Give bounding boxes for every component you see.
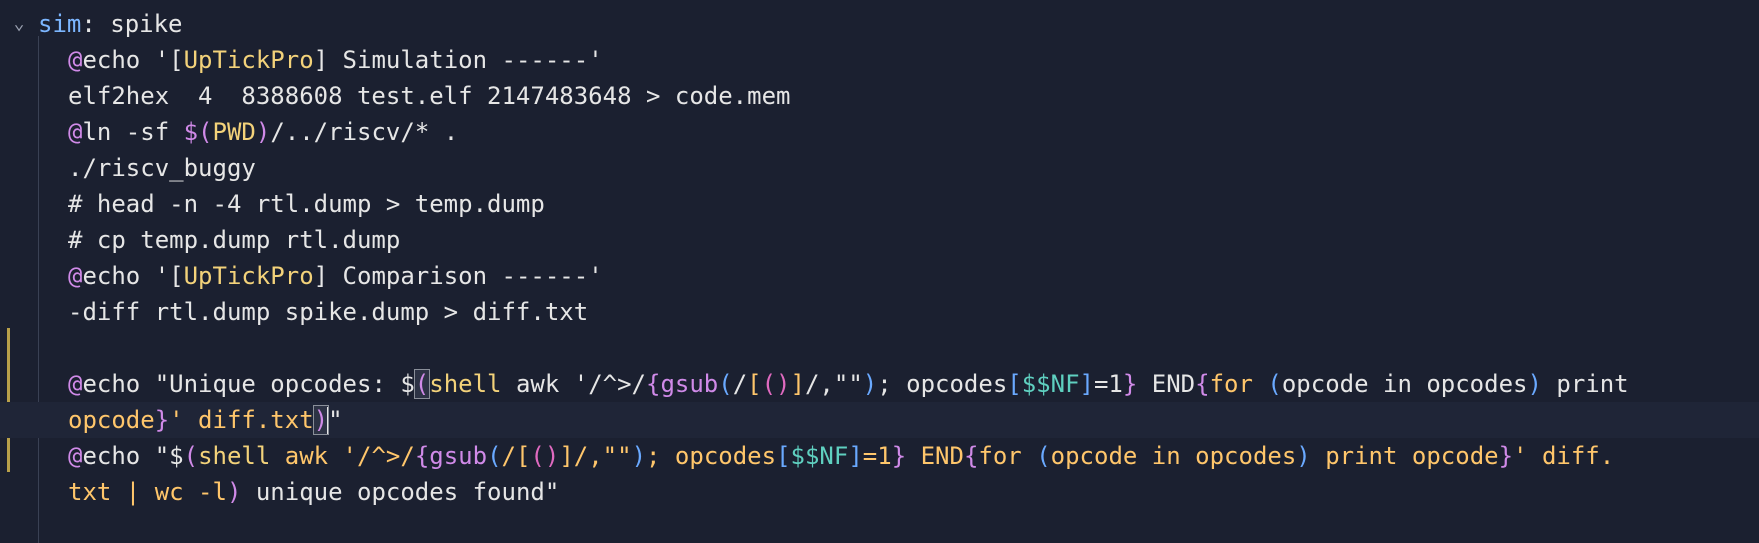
matched-bracket: ( xyxy=(413,369,431,399)
chevron-down-icon[interactable]: ⌄ xyxy=(8,6,30,42)
make-target: sim xyxy=(38,10,82,38)
code-line[interactable]: ⌄ sim: spike xyxy=(0,6,1759,42)
code-line[interactable]: @echo "Unique opcodes: $(shell awk '/^>/… xyxy=(0,366,1759,402)
code-line-current[interactable]: opcode}' diff.txt)" xyxy=(0,402,1759,438)
code-line[interactable]: # cp temp.dump rtl.dump xyxy=(0,222,1759,258)
code-line[interactable]: elf2hex 4 8388608 test.elf 2147483648 > … xyxy=(0,78,1759,114)
code-line[interactable]: # head -n -4 rtl.dump > temp.dump xyxy=(0,186,1759,222)
code-line[interactable]: txt | wc -l) unique opcodes found" xyxy=(0,474,1759,510)
matched-bracket: ) xyxy=(312,405,330,435)
code-line[interactable]: ./riscv_buggy xyxy=(0,150,1759,186)
code-line[interactable] xyxy=(0,330,1759,366)
code-line[interactable]: @echo '[UpTickPro] Comparison ------' xyxy=(0,258,1759,294)
code-line[interactable]: @echo "$(shell awk '/^>/{gsub(/[()]/,"")… xyxy=(0,438,1759,474)
code-line[interactable]: @ln -sf $(PWD)/../riscv/* . xyxy=(0,114,1759,150)
code-line[interactable]: -diff rtl.dump spike.dump > diff.txt xyxy=(0,294,1759,330)
code-line[interactable]: @echo '[UpTickPro] Simulation ------' xyxy=(0,42,1759,78)
code-editor[interactable]: ⌄ sim: spike @echo '[UpTickPro] Simulati… xyxy=(0,0,1759,543)
